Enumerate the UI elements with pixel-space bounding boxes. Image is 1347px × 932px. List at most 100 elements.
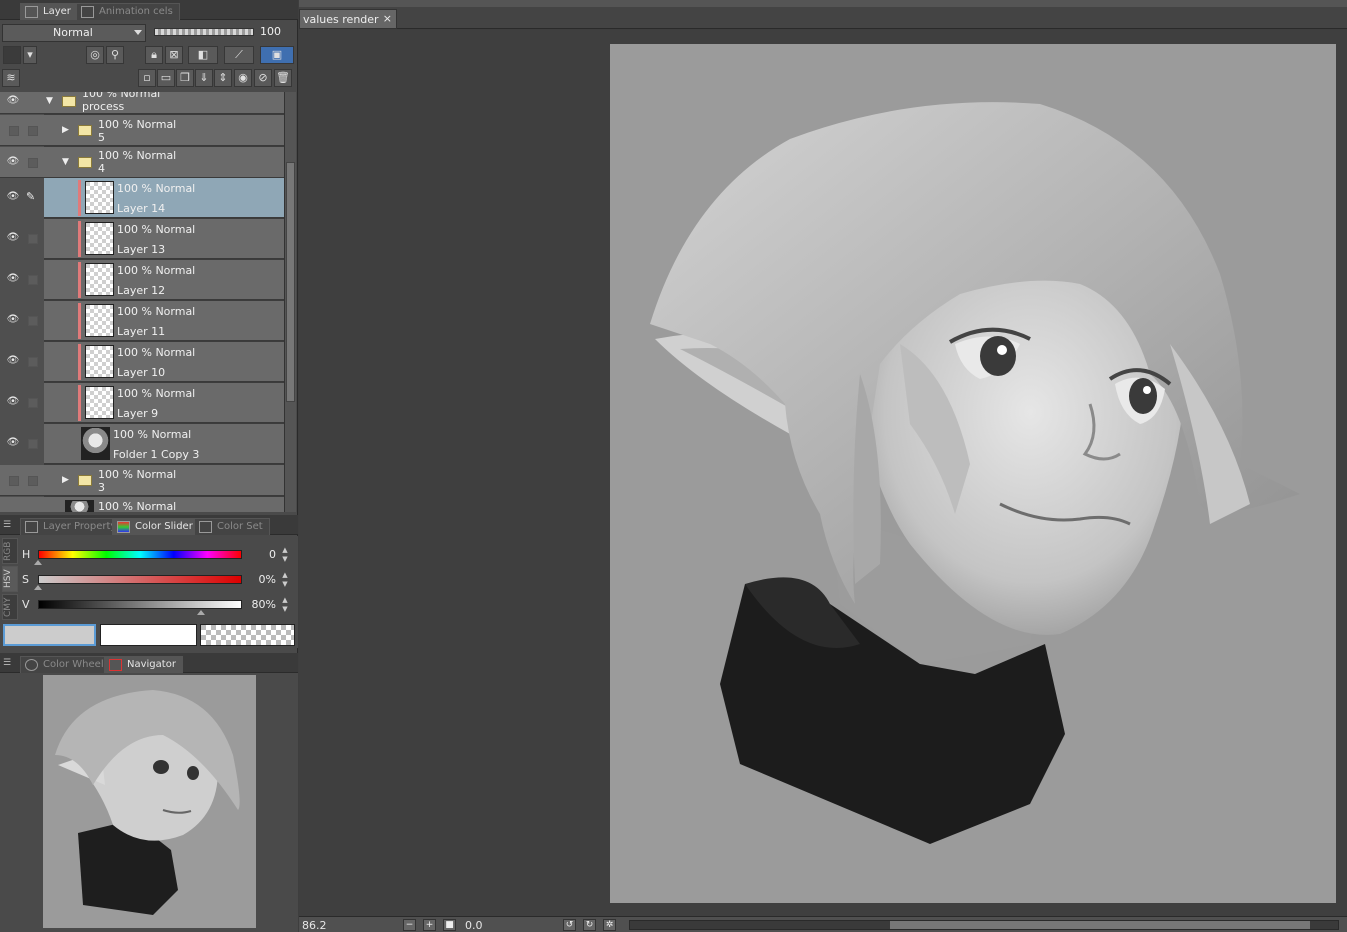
hue-slider[interactable] — [38, 550, 242, 559]
saturation-spinner[interactable]: ▲ ▼ — [280, 571, 290, 589]
panel-menu-icon[interactable]: ☰ — [3, 520, 13, 530]
eye-icon[interactable]: 👁︎ — [6, 155, 20, 169]
value-spinner[interactable]: ▲ ▼ — [280, 596, 290, 614]
expand-icon[interactable]: ▼ — [62, 157, 69, 167]
tab-color-set[interactable]: Color Set — [194, 518, 270, 535]
close-icon[interactable]: × — [383, 12, 392, 25]
value-slider[interactable] — [38, 600, 242, 609]
tab-layer[interactable]: Layer — [20, 3, 78, 20]
lock-icon[interactable]: 🔒︎ — [145, 46, 163, 64]
layer-row-layer-11[interactable]: 100 % Normal Layer 11 — [44, 301, 284, 341]
layer-row-layer-9[interactable]: 100 % Normal Layer 9 — [44, 383, 284, 423]
document-tab[interactable]: values render × — [299, 9, 397, 29]
tab-hsv[interactable]: HSV — [2, 566, 18, 592]
tab-cmy[interactable]: CMY — [2, 594, 18, 620]
edit-toggle[interactable] — [28, 398, 38, 408]
eye-icon[interactable]: 👁︎ — [6, 395, 20, 409]
visibility-toggle[interactable] — [9, 476, 19, 486]
delete-layer-icon[interactable]: 🗑︎ — [274, 69, 292, 87]
rotate-right-icon[interactable]: ↻ — [583, 919, 596, 931]
color-slider-icon — [117, 521, 130, 533]
zoom-out-icon[interactable]: − — [403, 919, 416, 931]
expand-icon[interactable]: ▶ — [62, 125, 69, 135]
zoom-value[interactable]: 86.2 — [302, 919, 327, 932]
canvas-paper[interactable] — [610, 44, 1336, 903]
merge-visible-icon[interactable]: ⇕ — [214, 69, 232, 87]
layer-row-folder-4[interactable]: 👁︎ ▼ 100 % Normal 4 — [0, 147, 284, 178]
transparent-color-swatch[interactable] — [200, 624, 295, 646]
merge-down-icon[interactable]: ⇓ — [195, 69, 213, 87]
apply-mask-icon[interactable]: ⊘ — [254, 69, 272, 87]
sub-color-swatch[interactable] — [100, 624, 197, 646]
layer-color-icon[interactable]: ▣ — [260, 46, 294, 64]
new-folder-icon[interactable]: ❒ — [176, 69, 194, 87]
create-mask-icon[interactable]: ◉ — [234, 69, 252, 87]
navigator-preview[interactable] — [43, 675, 256, 928]
color-swatch-button[interactable] — [3, 46, 21, 64]
opacity-slider[interactable] — [154, 28, 254, 36]
ruler-icon[interactable]: ⟋ — [224, 46, 254, 64]
tab-navigator[interactable]: Navigator — [104, 656, 183, 673]
layer-row-layer-14[interactable]: 100 % Normal Layer 14 — [44, 178, 284, 218]
eye-icon[interactable]: 👁︎ — [6, 436, 20, 450]
edit-toggle[interactable] — [28, 275, 38, 285]
edit-toggle[interactable] — [28, 234, 38, 244]
visibility-toggle[interactable] — [9, 126, 19, 136]
zoom-in-icon[interactable]: + — [423, 919, 436, 931]
layer-row-folder-5[interactable]: ▶ 100 % Normal 5 — [0, 115, 284, 146]
tab-color-wheel[interactable]: Color Wheel — [20, 656, 111, 673]
edit-toggle[interactable] — [28, 439, 38, 449]
eye-icon[interactable]: 👁︎ — [6, 231, 20, 245]
layer-list-scrollbar[interactable] — [284, 92, 296, 512]
eye-icon[interactable]: 👁︎ — [6, 313, 20, 327]
opacity-value[interactable]: 100 — [260, 25, 294, 41]
fit-icon[interactable]: ■ — [443, 919, 456, 931]
edit-toggle[interactable] — [28, 316, 38, 326]
eye-icon[interactable]: 👁︎ — [6, 272, 20, 286]
eye-icon[interactable]: 👁︎ — [6, 190, 20, 204]
eye-icon[interactable]: 👁︎ — [6, 354, 20, 368]
eye-icon[interactable]: 👁︎ — [6, 94, 20, 108]
main-color-swatch[interactable] — [3, 624, 96, 646]
layer-row-layer-12[interactable]: 100 % Normal Layer 12 — [44, 260, 284, 300]
hue-marker[interactable] — [34, 560, 42, 565]
edit-toggle[interactable] — [28, 126, 38, 136]
clip-icon[interactable]: ◎ — [86, 46, 104, 64]
panel-menu-icon[interactable]: ☰ — [3, 658, 13, 668]
tab-animation-cels[interactable]: Animation cels — [76, 3, 180, 20]
blend-mode-select[interactable]: Normal — [2, 24, 146, 42]
rotate-left-icon[interactable]: ↺ — [563, 919, 576, 931]
layer-row-layer-10[interactable]: 100 % Normal Layer 10 — [44, 342, 284, 382]
saturation-marker[interactable] — [34, 585, 42, 590]
expand-icon[interactable]: ▼ — [46, 96, 53, 106]
layer-list[interactable]: 👁︎ ▼ 100 % Normal process ▶ 100 % Normal… — [0, 92, 284, 512]
layer-row-layer-13[interactable]: 100 % Normal Layer 13 — [44, 219, 284, 259]
new-raster-layer-icon[interactable]: ▫ — [138, 69, 156, 87]
value-marker[interactable] — [197, 610, 206, 615]
edit-toggle[interactable] — [28, 476, 38, 486]
layer-row-partial[interactable]: 100 % Normal — [0, 497, 284, 512]
canvas-area[interactable] — [299, 30, 1347, 916]
reference-icon[interactable]: ⚲ — [106, 46, 124, 64]
tab-rgb[interactable]: RGB — [2, 538, 18, 564]
scrollbar-thumb[interactable] — [890, 921, 1310, 929]
tab-layer-property[interactable]: Layer Property — [20, 518, 124, 535]
layer-row-folder-1-copy-3[interactable]: 100 % Normal Folder 1 Copy 3 — [44, 424, 284, 464]
angle-value[interactable]: 0.0 — [465, 919, 483, 932]
mask-icon[interactable]: ◧ — [188, 46, 218, 64]
lock-transparent-icon[interactable]: ⊠ — [165, 46, 183, 64]
chevron-down-icon[interactable]: ▾ — [23, 46, 37, 64]
new-vector-layer-icon[interactable]: ▭ — [157, 69, 175, 87]
layers-menu-icon[interactable]: ≋ — [2, 69, 20, 87]
saturation-slider[interactable] — [38, 575, 242, 584]
expand-icon[interactable]: ▶ — [62, 475, 69, 485]
reset-rotation-icon[interactable]: ✲ — [603, 919, 616, 931]
tab-color-slider[interactable]: Color Slider — [112, 518, 200, 535]
horizontal-scrollbar[interactable] — [629, 920, 1339, 930]
layer-row-process[interactable]: 👁︎ ▼ 100 % Normal process — [0, 92, 284, 114]
layer-row-folder-3[interactable]: ▶ 100 % Normal 3 — [0, 465, 284, 496]
edit-toggle[interactable] — [28, 158, 38, 168]
hue-spinner[interactable]: ▲ ▼ — [280, 546, 290, 564]
edit-toggle[interactable] — [28, 357, 38, 367]
scrollbar-thumb[interactable] — [286, 162, 295, 402]
